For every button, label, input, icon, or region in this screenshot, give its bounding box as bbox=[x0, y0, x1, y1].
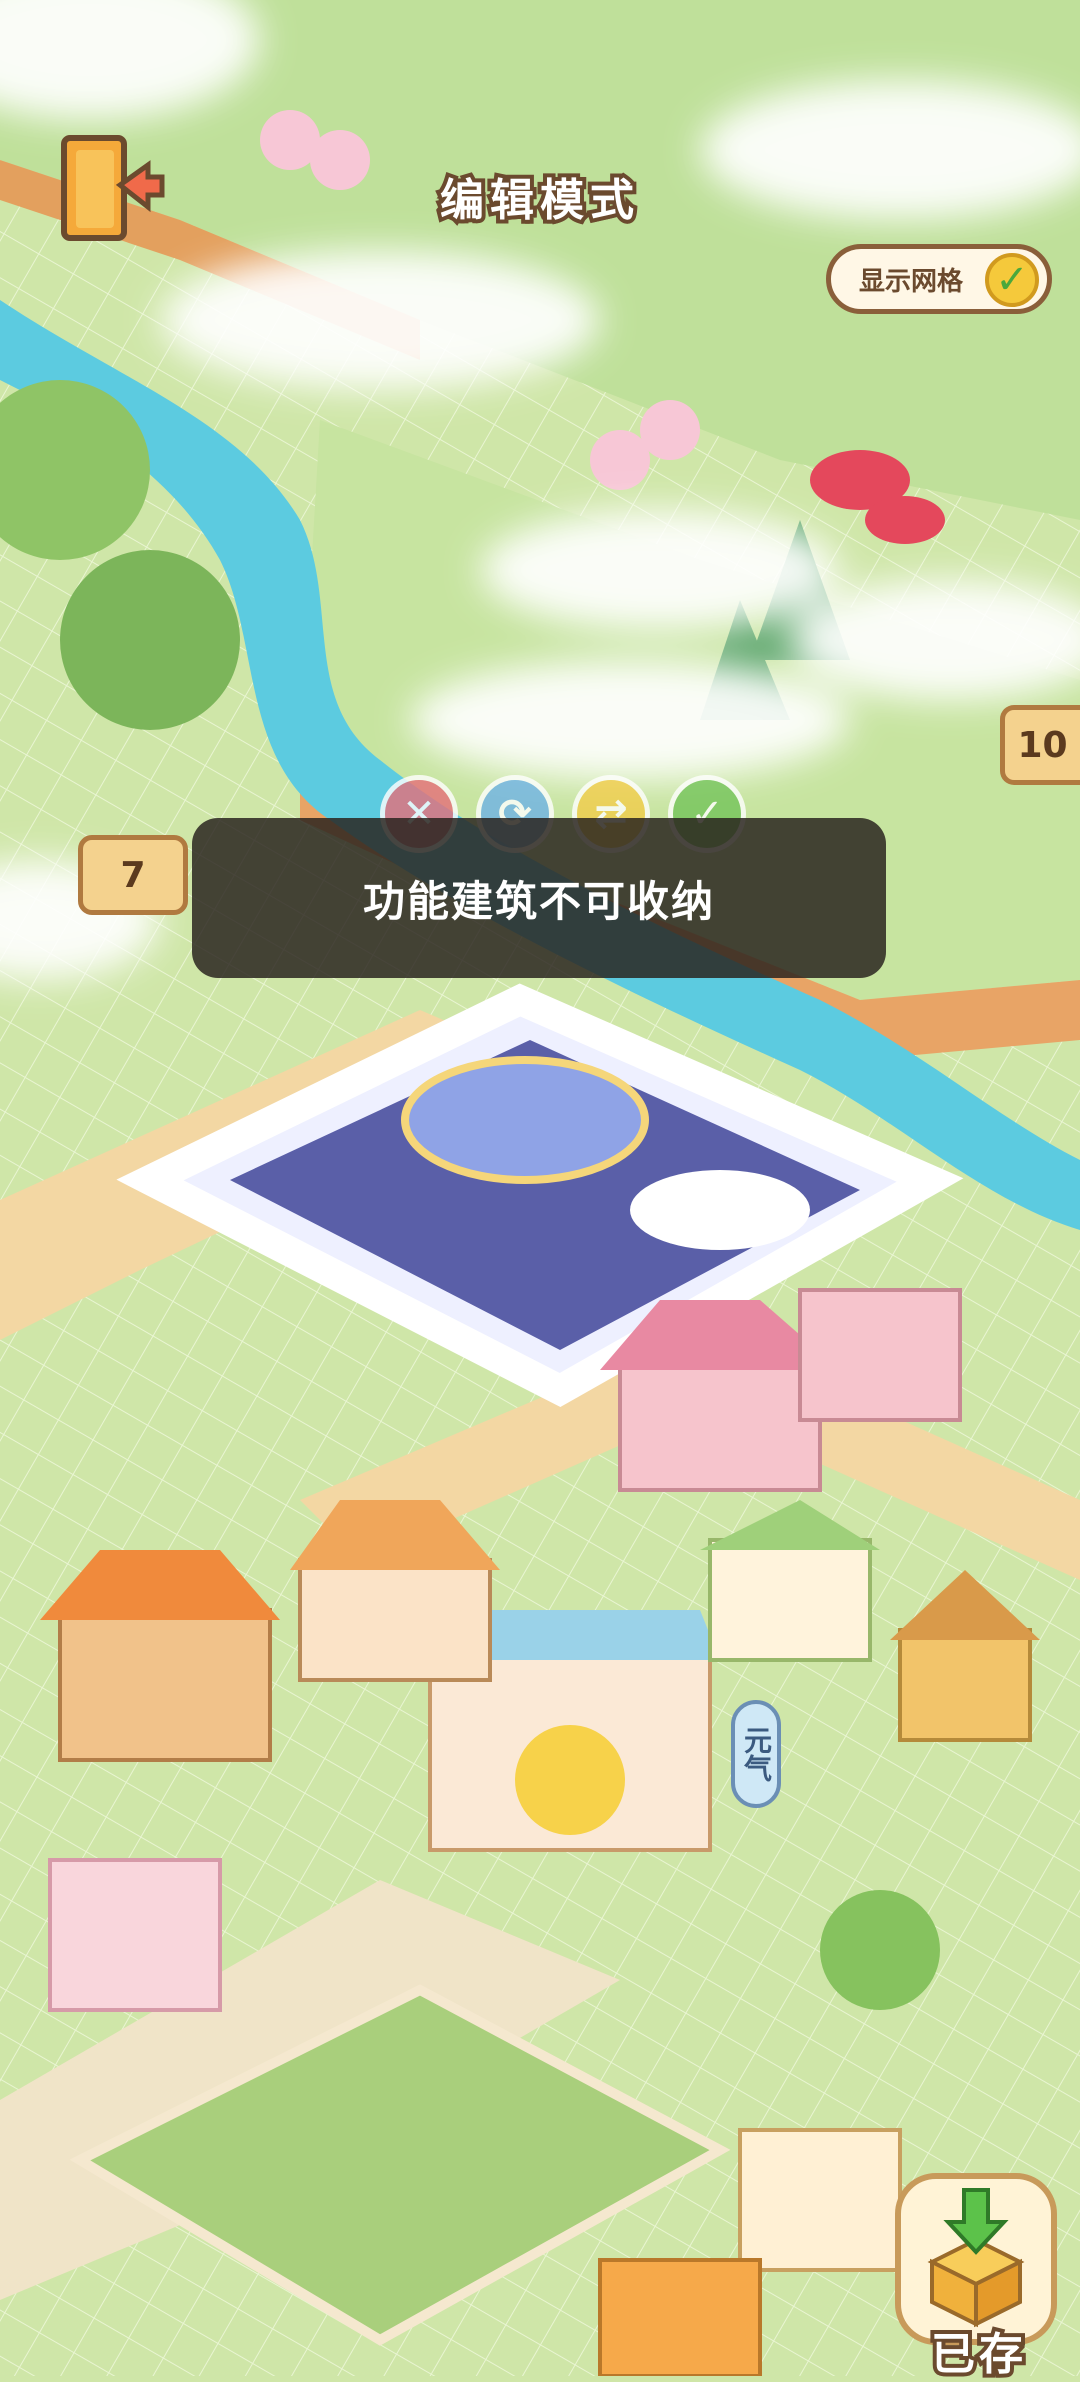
plot-number: 10 bbox=[1017, 724, 1068, 766]
plot-sign-right: 10 bbox=[1000, 705, 1080, 785]
plot-number: 7 bbox=[120, 854, 146, 896]
toast-message: 功能建筑不可收纳 bbox=[192, 818, 886, 978]
toast-text: 功能建筑不可收纳 bbox=[362, 876, 715, 926]
check-icon: ✓ bbox=[985, 253, 1039, 307]
page-title: 编辑模式 bbox=[436, 171, 640, 230]
show-grid-toggle[interactable]: 显示网格 ✓ bbox=[826, 244, 1052, 314]
game-map[interactable] bbox=[0, 0, 1080, 2376]
store-sign: 元气 bbox=[731, 1700, 781, 1808]
show-grid-label: 显示网格 bbox=[859, 266, 964, 297]
store-sign-text: 元气 bbox=[740, 1726, 773, 1782]
storage-label: 已存 bbox=[927, 2325, 1027, 2382]
plot-sign-left: 7 bbox=[78, 835, 188, 915]
